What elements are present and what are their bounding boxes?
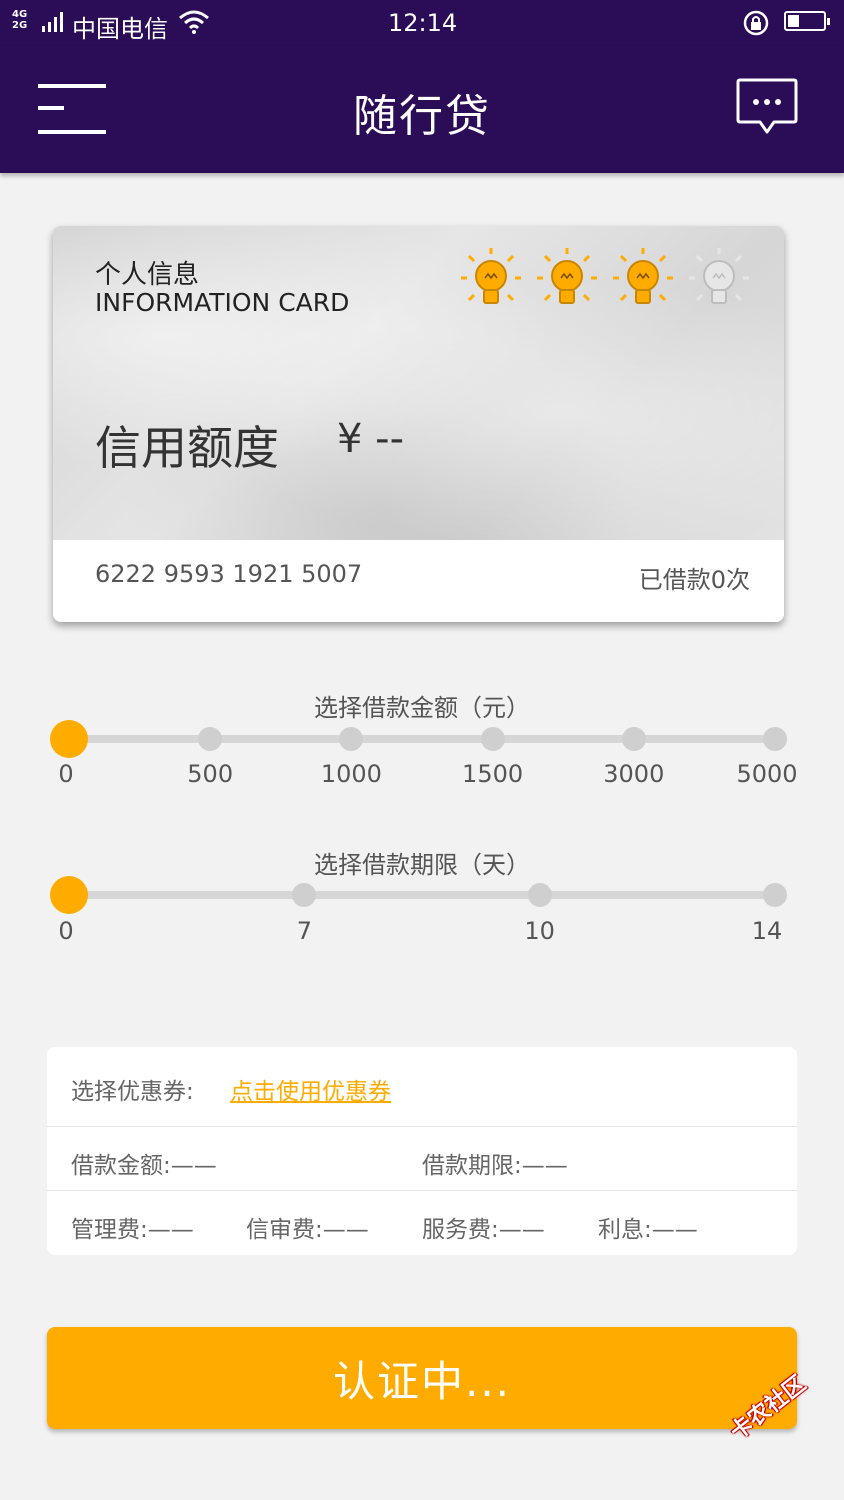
lightbulb-on-icon [461,248,521,304]
rotation-lock-icon [743,10,769,36]
carrier-name: 中国电信 [72,15,168,43]
slider-stop[interactable] [527,883,552,907]
lightbulb-on-icon [537,248,597,304]
card-title-zh: 个人信息 [95,260,200,290]
lightbulb-off-icon [689,248,749,304]
slider-stop[interactable] [621,727,646,751]
verifying-button[interactable]: 认证中... [47,1327,797,1429]
battery-level [788,15,799,27]
slider-tick-label: 0 [58,917,74,945]
status-bar: 4G 2G 中国电信 12:14 [0,0,844,46]
slider-tick-label: 5000 [736,760,798,788]
slider-stop[interactable] [339,727,364,751]
slider-track[interactable] [69,891,775,899]
credit-limit-label: 信用额度 [95,421,279,475]
loan-amount-value: 借款金额:—— [71,1153,217,1179]
credit-limit-value: ¥ -- [337,416,405,462]
review-fee-value: 信审费:—— [246,1217,369,1243]
service-fee-value: 服务费:—— [422,1217,545,1243]
chat-bubble-icon[interactable] [736,78,798,136]
slider-track[interactable] [69,735,775,743]
interest-value: 利息:—— [598,1217,698,1243]
slider-tick-label: 1000 [320,760,382,788]
app-header: 随行贷 [0,46,844,173]
signal-icon [42,12,63,32]
amount-slider-title: 选择借款金额（元） [314,694,530,722]
slider-stop[interactable] [480,727,505,751]
management-fee-value: 管理费:—— [71,1217,194,1243]
slider-tick-label: 3000 [603,760,665,788]
card-face: 个人信息 INFORMATION CARD 信用额度 ¥ -- [53,226,784,540]
loan-term-value: 借款期限:—— [422,1153,568,1179]
term-slider-title: 选择借款期限（天） [314,851,530,879]
card-title-en: INFORMATION CARD [95,288,350,317]
slider-stop[interactable] [292,883,317,907]
coupon-label: 选择优惠券: [71,1079,194,1105]
use-coupon-link[interactable]: 点击使用优惠券 [230,1072,391,1106]
slider-tick-label: 10 [524,917,555,945]
lightbulb-on-icon [613,248,673,304]
slider-thumb[interactable] [50,720,88,758]
network-top-label: 4G [12,9,28,20]
information-card: 个人信息 INFORMATION CARD 信用额度 ¥ -- 6222 959… [53,226,784,622]
slider-stop[interactable] [763,883,787,907]
slider-tick-label: 1500 [462,760,524,788]
slider-tick-label: 7 [296,917,312,945]
slider-tick-label: 0 [58,760,74,788]
slider-tick-label: 500 [187,760,234,788]
divider [47,1126,797,1127]
slider-stop[interactable] [763,727,787,751]
slider-thumb[interactable] [50,876,88,914]
slider-tick-label: 14 [751,917,783,945]
network-bottom-label: 2G [12,20,28,31]
rating-bulbs [461,248,749,304]
slider-stop[interactable] [198,727,223,751]
page-title: 随行贷 [353,91,491,142]
network-indicator: 4G 2G [12,9,27,31]
card-number: 6222 9593 1921 5007 [95,560,363,588]
wifi-icon [179,10,209,34]
divider [47,1190,797,1191]
battery-icon [784,11,830,31]
loan-summary-box: 选择优惠券: 点击使用优惠券 借款金额:—— 借款期限:—— 管理费:—— 信审… [47,1047,797,1255]
borrow-count: 已借款0次 [638,566,750,594]
clock: 12:14 [388,9,458,37]
